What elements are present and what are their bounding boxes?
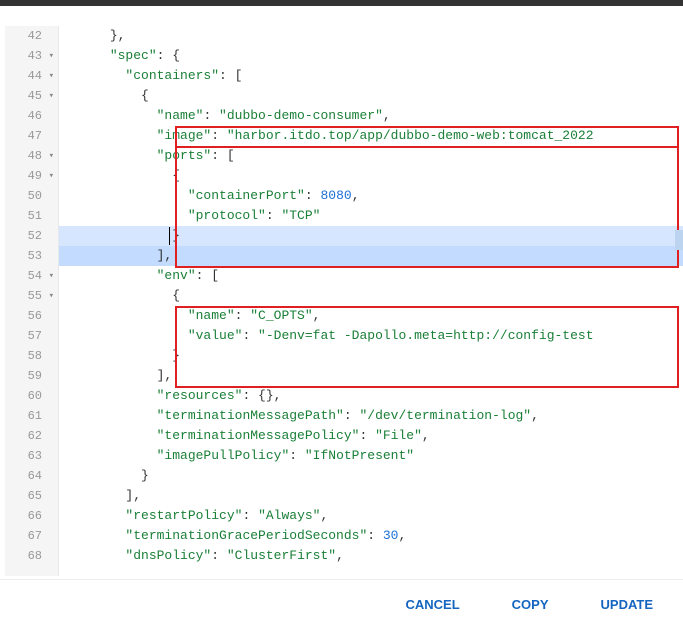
code-line[interactable]: "resources": {}, (59, 386, 683, 406)
code-line[interactable]: "spec": { (59, 46, 683, 66)
cancel-button[interactable]: CANCEL (406, 597, 460, 612)
line-number: 47 (5, 126, 58, 146)
line-number: 58 (5, 346, 58, 366)
code-line[interactable]: "containers": [ (59, 66, 683, 86)
line-number: 51 (5, 206, 58, 226)
code-line[interactable]: { (59, 166, 683, 186)
line-number-gutter: 4243▾44▾45▾464748▾49▾5051525354▾55▾56575… (5, 26, 59, 576)
code-editor[interactable]: 4243▾44▾45▾464748▾49▾5051525354▾55▾56575… (0, 6, 683, 576)
line-number: 64 (5, 466, 58, 486)
line-number: 62 (5, 426, 58, 446)
code-line[interactable]: "image": "harbor.itdo.top/app/dubbo-demo… (59, 126, 683, 146)
code-line[interactable]: "containerPort": 8080, (59, 186, 683, 206)
code-line[interactable]: "env": [ (59, 266, 683, 286)
line-number: 43▾ (5, 46, 58, 66)
line-number: 48▾ (5, 146, 58, 166)
copy-button[interactable]: COPY (512, 597, 549, 612)
code-line[interactable]: } (59, 466, 683, 486)
line-number: 46 (5, 106, 58, 126)
line-number: 56 (5, 306, 58, 326)
line-number: 61 (5, 406, 58, 426)
code-area[interactable]: }, "spec": { "containers": [ { "name": "… (59, 26, 683, 576)
code-line[interactable]: "protocol": "TCP" (59, 206, 683, 226)
line-number: 65 (5, 486, 58, 506)
line-number: 54▾ (5, 266, 58, 286)
code-line[interactable]: "name": "C_OPTS", (59, 306, 683, 326)
line-number: 63 (5, 446, 58, 466)
line-number: 55▾ (5, 286, 58, 306)
code-line[interactable]: ], (59, 486, 683, 506)
line-number: 50 (5, 186, 58, 206)
line-number: 53 (5, 246, 58, 266)
code-line[interactable]: { (59, 86, 683, 106)
code-line[interactable]: "terminationMessagePolicy": "File", (59, 426, 683, 446)
line-number: 68 (5, 546, 58, 566)
code-line[interactable]: "dnsPolicy": "ClusterFirst", (59, 546, 683, 566)
line-number: 59 (5, 366, 58, 386)
scrollbar-marker (675, 230, 683, 250)
line-number: 49▾ (5, 166, 58, 186)
code-line[interactable]: } (59, 346, 683, 366)
code-line[interactable]: "imagePullPolicy": "IfNotPresent" (59, 446, 683, 466)
line-number: 67 (5, 526, 58, 546)
dialog-actions: CANCEL COPY UPDATE (0, 579, 683, 629)
code-line[interactable]: "ports": [ (59, 146, 683, 166)
code-line[interactable]: "restartPolicy": "Always", (59, 506, 683, 526)
line-number: 45▾ (5, 86, 58, 106)
line-number: 44▾ (5, 66, 58, 86)
code-line[interactable]: "terminationGracePeriodSeconds": 30, (59, 526, 683, 546)
line-number: 52 (5, 226, 58, 246)
code-line[interactable]: "terminationMessagePath": "/dev/terminat… (59, 406, 683, 426)
line-number: 60 (5, 386, 58, 406)
code-line[interactable]: } (59, 226, 683, 246)
update-button[interactable]: UPDATE (601, 597, 653, 612)
code-line[interactable]: "value": "-Denv=fat -Dapollo.meta=http:/… (59, 326, 683, 346)
code-line[interactable]: ], (59, 246, 683, 266)
code-line[interactable]: "name": "dubbo-demo-consumer", (59, 106, 683, 126)
code-line[interactable]: { (59, 286, 683, 306)
code-line[interactable]: ], (59, 366, 683, 386)
line-number: 57 (5, 326, 58, 346)
code-line[interactable]: }, (59, 26, 683, 46)
line-number: 66 (5, 506, 58, 526)
line-number: 42 (5, 26, 58, 46)
